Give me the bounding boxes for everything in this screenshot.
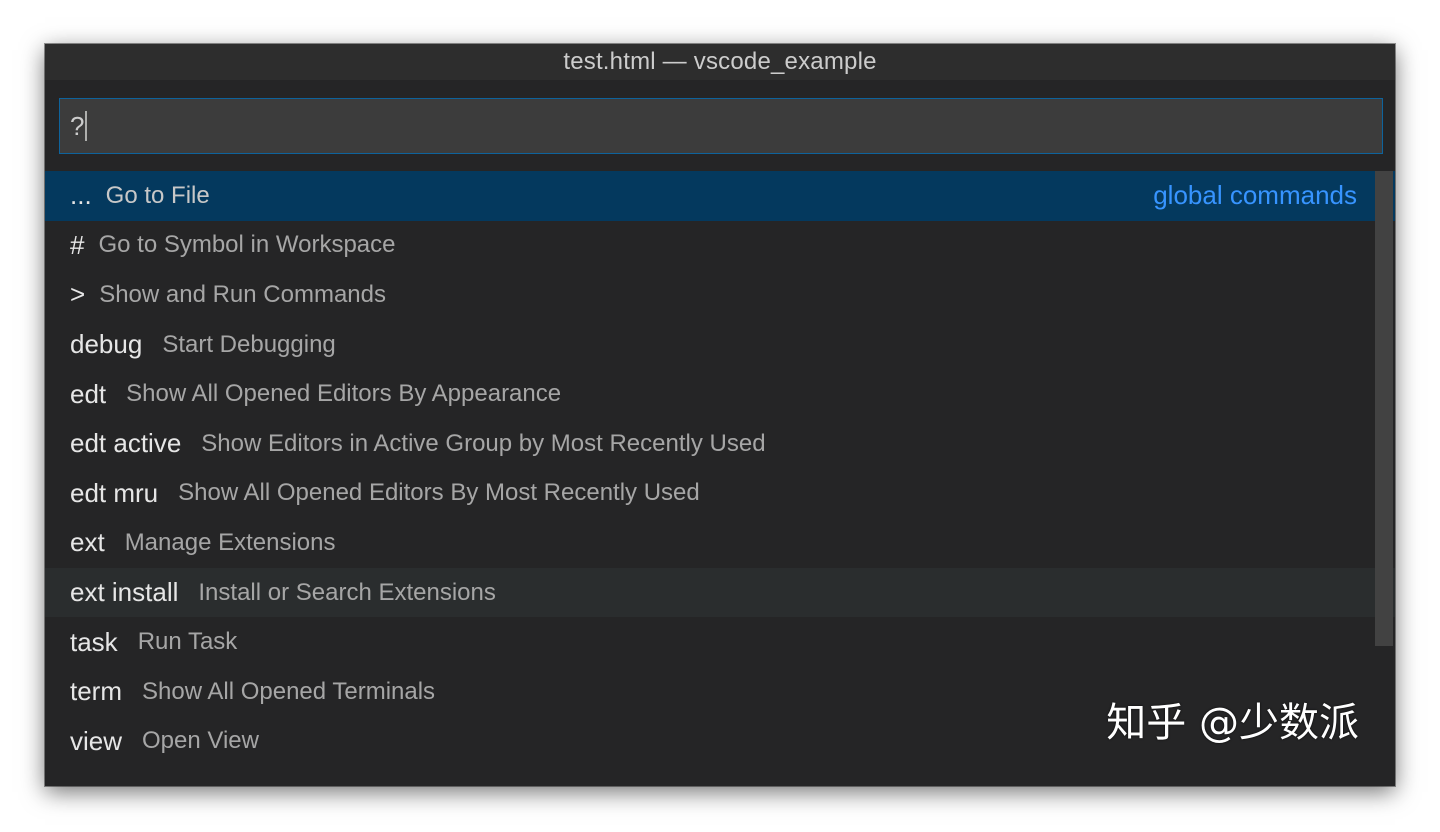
list-scrollbar[interactable] — [1375, 171, 1393, 646]
item-prefix: term — [70, 676, 122, 707]
vscode-window: test.html — vscode_example ? ... Go to F… — [45, 44, 1395, 786]
item-prefix: view — [70, 725, 123, 756]
text-cursor — [85, 111, 88, 141]
item-description: Show All Opened Editors By Most Recently… — [178, 479, 700, 507]
quick-open-item-edt[interactable]: edt Show All Opened Editors By Appearanc… — [45, 369, 1395, 419]
item-description: Manage Extensions — [124, 528, 336, 556]
window-title: test.html — vscode_example — [563, 48, 877, 75]
item-prefix: ext install — [70, 577, 179, 608]
quick-open-item-task[interactable]: task Run Task — [45, 617, 1395, 667]
item-description: Show and Run Commands — [99, 280, 387, 308]
item-prefix: > — [70, 279, 86, 310]
quick-open-input-box[interactable]: ? — [59, 98, 1383, 154]
item-prefix: edt — [70, 378, 107, 409]
item-prefix: ... — [70, 180, 92, 211]
item-prefix: debug — [70, 329, 143, 360]
quick-open-item-edt-mru[interactable]: edt mru Show All Opened Editors By Most … — [45, 469, 1395, 519]
quick-open-item-show-commands[interactable]: > Show and Run Commands — [45, 270, 1395, 320]
item-prefix: task — [70, 626, 118, 657]
item-description: Go to Symbol in Workspace — [98, 231, 396, 259]
window-titlebar: test.html — vscode_example — [45, 44, 1395, 80]
quick-open-panel: ? ... Go to File global commands # Go to… — [45, 80, 1395, 786]
item-description: Show All Opened Terminals — [142, 677, 436, 705]
quick-open-item-edt-active[interactable]: edt active Show Editors in Active Group … — [45, 419, 1395, 469]
item-description: Install or Search Extensions — [198, 578, 496, 606]
item-description: Show All Opened Editors By Appearance — [126, 380, 562, 408]
item-description: Run Task — [137, 628, 238, 656]
item-prefix: edt mru — [70, 477, 159, 508]
item-prefix: edt active — [70, 428, 182, 459]
quick-open-input[interactable]: ? — [70, 111, 84, 142]
quick-open-item-debug[interactable]: debug Start Debugging — [45, 320, 1395, 370]
item-description: Open View — [142, 727, 259, 755]
item-description: Start Debugging — [162, 330, 336, 358]
item-description: Show Editors in Active Group by Most Rec… — [201, 429, 766, 457]
item-prefix: ext — [70, 527, 105, 558]
group-label: global commands — [1153, 180, 1357, 211]
item-prefix: # — [70, 229, 85, 260]
quick-open-item-go-to-file[interactable]: ... Go to File global commands — [45, 171, 1395, 221]
quick-open-item-ext[interactable]: ext Manage Extensions — [45, 518, 1395, 568]
item-description: Go to File — [105, 181, 210, 209]
watermark: 知乎 @少数派 — [1106, 700, 1359, 746]
quick-open-item-ext-install[interactable]: ext install Install or Search Extensions — [45, 567, 1395, 618]
quick-open-item-go-to-symbol[interactable]: # Go to Symbol in Workspace — [45, 221, 1395, 271]
